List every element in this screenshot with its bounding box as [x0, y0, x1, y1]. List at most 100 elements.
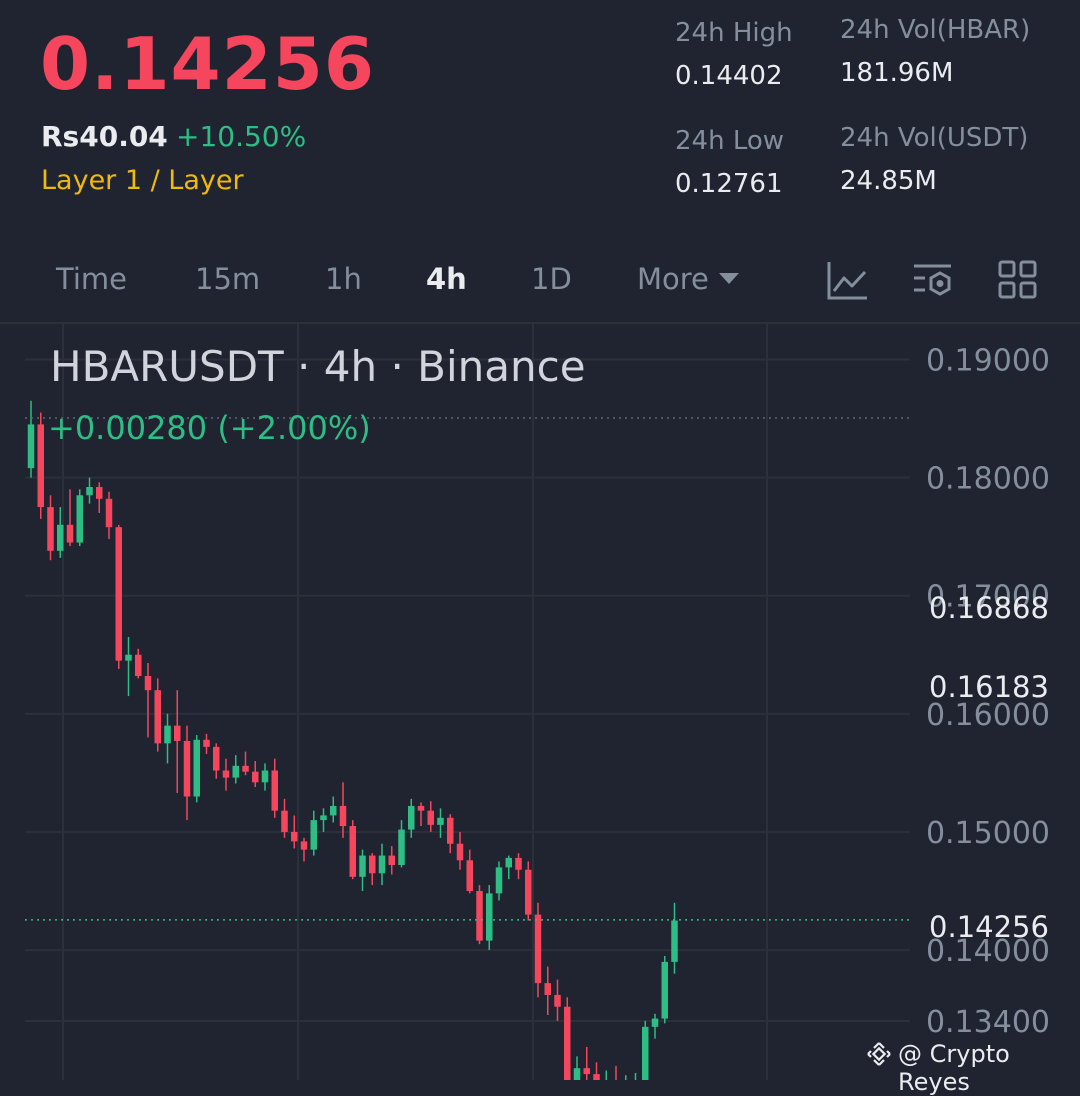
candle-body [193, 739, 200, 797]
candle-22 [242, 751, 249, 776]
candle-body [525, 869, 532, 915]
chart-symbol-line: HBARUSDT · 4h · Binance [50, 342, 586, 391]
candle-8 [105, 491, 113, 539]
candle-body [583, 1068, 590, 1075]
stat-24h-vol-base-label: 24h Vol(HBAR) [840, 15, 1031, 45]
price-tag-mark: 0.16868 [929, 591, 1049, 625]
candle-11 [135, 648, 142, 679]
candle-body [476, 891, 483, 941]
candle-16 [183, 725, 191, 821]
candle-13 [154, 678, 161, 752]
candle-body [339, 805, 347, 827]
candle-43 [447, 814, 454, 854]
stat-24h-low-value: 0.12761 [675, 169, 783, 199]
candle-body [115, 527, 122, 661]
candle-27 [291, 815, 298, 849]
candle-body [183, 740, 191, 797]
y-tick-label-4: 0.15000 [926, 816, 1050, 851]
candle-19 [213, 743, 220, 779]
candle-body [300, 841, 308, 850]
candle-body [671, 920, 678, 962]
candle-body [320, 815, 327, 821]
candle-body [661, 961, 668, 1019]
tab-more[interactable]: More [637, 262, 739, 296]
price-change-percent: +10.50% [176, 120, 307, 153]
candle-body [651, 1018, 659, 1027]
candle-body [213, 746, 220, 771]
category-tag[interactable]: Layer 1 / Layer [41, 165, 244, 196]
candle-20 [222, 758, 230, 791]
tab-4h[interactable]: 4h [426, 262, 467, 296]
candle-body [105, 498, 113, 528]
candle-38 [398, 820, 405, 868]
candle-body [203, 739, 210, 747]
candle-body [154, 690, 161, 744]
candle-7 [96, 482, 103, 513]
price-tag-last: 0.14256 [929, 910, 1049, 944]
candle-body [144, 676, 152, 691]
tab-1h[interactable]: 1h [325, 262, 362, 296]
candle-6 [86, 477, 93, 504]
caret-down-icon [718, 272, 739, 284]
candle-body [505, 857, 512, 868]
candle-25 [271, 758, 278, 818]
candle-47 [486, 885, 493, 951]
stat-24h-vol-quote-label: 24h Vol(USDT) [840, 123, 1029, 153]
candle-body [57, 524, 64, 551]
candle-body [495, 867, 503, 894]
candle-0 [27, 400, 35, 478]
candle-body [456, 843, 464, 861]
indicator-settings-icon[interactable] [911, 258, 955, 302]
candle-17 [193, 735, 200, 803]
stat-24h-low-label: 24h Low [675, 126, 785, 156]
candle-53 [544, 966, 551, 1016]
candle-body [486, 893, 493, 941]
candle-5 [76, 489, 83, 547]
candle-body [76, 495, 83, 543]
chart-change-line: +0.00280 (+2.00%) [48, 409, 371, 447]
candle-2 [47, 495, 54, 561]
candle-42 [437, 808, 444, 838]
y-tick-label-0: 0.19000 [926, 343, 1050, 378]
candle-45 [466, 849, 473, 894]
candle-60 [615, 1065, 617, 1080]
candle-64 [651, 1013, 659, 1039]
candle-56 [573, 1056, 581, 1080]
grid-layout-icon[interactable] [996, 258, 1040, 302]
y-tick-label-1: 0.18000 [926, 462, 1050, 497]
candle-body [466, 860, 473, 891]
candle-29 [310, 810, 317, 856]
candle-body [369, 855, 376, 874]
candle-body [261, 770, 269, 783]
candle-34 [359, 849, 366, 891]
candle-body [310, 820, 317, 850]
candle-body [125, 654, 132, 661]
candle-body [378, 855, 386, 874]
candle-23 [252, 761, 259, 788]
candle-body [447, 817, 454, 844]
candle-body [135, 654, 142, 677]
stat-24h-high-value: 0.14402 [675, 61, 783, 91]
tab-time[interactable]: Time [56, 262, 127, 296]
candle-32 [339, 782, 347, 838]
candle-body [174, 725, 181, 741]
candle-49 [505, 855, 512, 880]
tab-15m[interactable]: 15m [195, 262, 260, 296]
candle-1 [37, 412, 44, 519]
candle-body [554, 994, 561, 1007]
candle-body [437, 817, 444, 825]
stat-24h-vol-quote-value: 24.85M [840, 166, 937, 196]
candle-body [330, 805, 337, 816]
candle-63 [642, 1020, 649, 1080]
candle-46 [476, 885, 483, 945]
candle-body [642, 1026, 649, 1080]
candle-body [66, 524, 74, 543]
line-chart-icon[interactable] [825, 258, 869, 302]
candle-body [252, 771, 259, 783]
candle-12 [144, 663, 152, 738]
tab-1d[interactable]: 1D [531, 262, 572, 296]
candle-57 [583, 1046, 590, 1080]
fiat-price: Rs40.04 [41, 120, 168, 153]
candle-body [515, 857, 522, 870]
candle-body [564, 1006, 571, 1080]
